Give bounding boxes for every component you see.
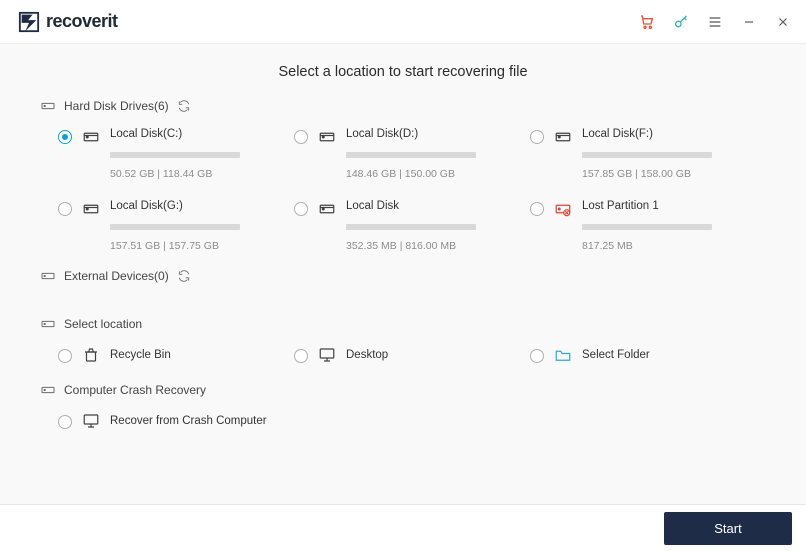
brand-text: recoverit xyxy=(46,11,118,32)
drive-option[interactable]: Local Disk(F:) 157.85 GB | 158.00 GB xyxy=(530,128,766,180)
drive-label: Lost Partition 1 xyxy=(582,200,732,212)
minimize-button[interactable] xyxy=(740,13,758,31)
radio-button[interactable] xyxy=(58,415,72,429)
refresh-icon[interactable] xyxy=(177,269,191,283)
location-label: Recycle Bin xyxy=(110,349,171,361)
usage-bar xyxy=(110,224,240,230)
external-label: External Devices(0) xyxy=(64,269,169,283)
footer: Start xyxy=(0,504,806,551)
section-header-hdd: Hard Disk Drives(6) xyxy=(0,98,806,124)
drive-option[interactable]: Local Disk 352.35 MB | 816.00 MB xyxy=(294,200,530,252)
usage-bar xyxy=(346,152,476,158)
crash-computer-icon xyxy=(82,412,100,430)
radio-button[interactable] xyxy=(58,130,72,144)
crash-section-icon xyxy=(40,382,56,398)
disk-icon xyxy=(554,128,572,146)
disk-icon xyxy=(82,128,100,146)
window-controls xyxy=(638,13,792,31)
page-title: Select a location to start recovering fi… xyxy=(0,44,806,98)
drive-capacity: 157.85 GB | 158.00 GB xyxy=(582,168,732,180)
cart-icon[interactable] xyxy=(638,13,656,31)
location-label: Select location xyxy=(64,317,142,331)
drive-label: Local Disk(D:) xyxy=(346,128,496,140)
radio-button[interactable] xyxy=(294,202,308,216)
drive-capacity: 352.35 MB | 816.00 MB xyxy=(346,240,496,252)
radio-button[interactable] xyxy=(530,202,544,216)
section-header-external: External Devices(0) xyxy=(0,268,806,294)
external-section-icon xyxy=(40,268,56,284)
drive-option[interactable]: Local Disk(D:) 148.46 GB | 150.00 GB xyxy=(294,128,530,180)
recycle-icon xyxy=(82,346,100,364)
drive-label: Local Disk(C:) xyxy=(110,128,260,140)
radio-button[interactable] xyxy=(58,349,72,363)
locations-grid: Recycle Bin Desktop Select Folder xyxy=(0,342,806,382)
radio-button[interactable] xyxy=(294,130,308,144)
section-header-crash: Computer Crash Recovery xyxy=(0,382,806,408)
brand: recoverit xyxy=(18,11,118,33)
drive-capacity: 50.52 GB | 118.44 GB xyxy=(110,168,260,180)
desktop-icon xyxy=(318,346,336,364)
usage-bar xyxy=(582,224,712,230)
drive-capacity: 817.25 MB xyxy=(582,240,732,252)
disk-icon xyxy=(82,200,100,218)
radio-button[interactable] xyxy=(530,349,544,363)
drive-section-icon xyxy=(40,98,56,114)
radio-button[interactable] xyxy=(58,202,72,216)
close-button[interactable] xyxy=(774,13,792,31)
crash-label: Computer Crash Recovery xyxy=(64,383,206,397)
usage-bar xyxy=(110,152,240,158)
logo-icon xyxy=(18,11,40,33)
usage-bar xyxy=(582,152,712,158)
disk-icon xyxy=(318,200,336,218)
hdd-label: Hard Disk Drives(6) xyxy=(64,99,169,113)
refresh-icon[interactable] xyxy=(177,99,191,113)
drive-capacity: 148.46 GB | 150.00 GB xyxy=(346,168,496,180)
section-header-location: Select location xyxy=(0,316,806,342)
disk-icon xyxy=(318,128,336,146)
titlebar: recoverit xyxy=(0,0,806,44)
drive-label: Local Disk(G:) xyxy=(110,200,260,212)
drive-option[interactable]: Local Disk(C:) 50.52 GB | 118.44 GB xyxy=(58,128,294,180)
drive-option[interactable]: Local Disk(G:) 157.51 GB | 157.75 GB xyxy=(58,200,294,252)
crash-grid: Recover from Crash Computer xyxy=(0,408,806,446)
location-section-icon xyxy=(40,316,56,332)
menu-icon[interactable] xyxy=(706,13,724,31)
start-button[interactable]: Start xyxy=(664,512,792,545)
drive-label: Local Disk xyxy=(346,200,496,212)
location-option[interactable]: Recycle Bin xyxy=(58,346,294,364)
location-label: Desktop xyxy=(346,349,388,361)
lost-disk-icon xyxy=(554,200,572,218)
key-icon[interactable] xyxy=(672,13,690,31)
usage-bar xyxy=(346,224,476,230)
crash-item-label: Recover from Crash Computer xyxy=(110,415,267,427)
radio-button[interactable] xyxy=(294,349,308,363)
location-option[interactable]: Desktop xyxy=(294,346,530,364)
drive-option[interactable]: Lost Partition 1 817.25 MB xyxy=(530,200,766,252)
folder-icon xyxy=(554,346,572,364)
drive-capacity: 157.51 GB | 157.75 GB xyxy=(110,240,260,252)
radio-button[interactable] xyxy=(530,130,544,144)
location-option[interactable]: Select Folder xyxy=(530,346,766,364)
crash-recovery-option[interactable]: Recover from Crash Computer xyxy=(58,412,294,430)
drive-label: Local Disk(F:) xyxy=(582,128,732,140)
drives-grid: Local Disk(C:)50.52 GB | 118.44 GBLocal … xyxy=(0,124,806,268)
location-label: Select Folder xyxy=(582,349,650,361)
